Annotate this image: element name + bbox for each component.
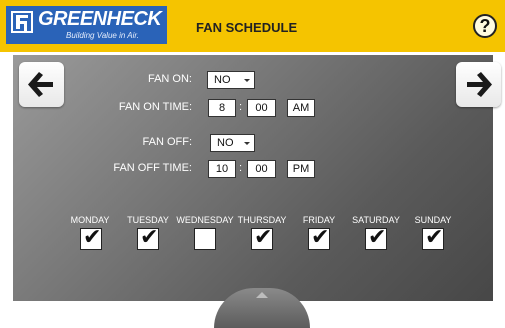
day-checkbox-sunday[interactable]: ✔ — [422, 225, 444, 250]
arrow-left-icon — [28, 72, 53, 97]
day-checkbox-tuesday[interactable]: ✔ — [137, 225, 159, 250]
fan-off-select[interactable]: NO — [210, 134, 255, 152]
time-separator: : — [239, 162, 243, 174]
day-label-monday: MONDAY — [70, 215, 110, 225]
checkmark-icon: ✔ — [254, 225, 273, 250]
fan-on-label: FAN ON: — [147, 73, 192, 85]
day-checkbox-thursday[interactable]: ✔ — [251, 225, 273, 250]
checkmark-icon: ✔ — [368, 225, 387, 250]
day-checkbox-monday[interactable]: ✔ — [80, 225, 102, 250]
fan-on-time-label: FAN ON TIME: — [118, 101, 192, 113]
schedule-panel — [13, 55, 493, 301]
fan-on-ampm-input[interactable]: AM — [287, 99, 315, 117]
checkmark-icon: ✔ — [140, 225, 159, 250]
checkmark-icon: ✔ — [425, 225, 444, 250]
header-bar: GREENHECK Building Value in Air. FAN SCH… — [0, 0, 505, 52]
day-checkbox-saturday[interactable]: ✔ — [365, 225, 387, 250]
day-checkbox-friday[interactable]: ✔ — [308, 225, 330, 250]
fan-on-hour-input[interactable]: 8 — [208, 99, 236, 117]
arrow-right-icon — [467, 72, 492, 97]
chevron-down-icon — [244, 79, 250, 82]
page-title: FAN SCHEDULE — [196, 20, 298, 35]
brand-name: GREENHECK — [38, 8, 162, 30]
help-button[interactable]: ? — [473, 14, 497, 38]
chevron-down-icon — [244, 142, 250, 145]
day-label-wednesday: WEDNESDAY — [176, 215, 234, 225]
checkmark-icon: ✔ — [311, 225, 330, 250]
fan-on-minute-input[interactable]: 00 — [247, 99, 276, 117]
fan-off-time-label: FAN OFF TIME: — [113, 162, 192, 174]
time-separator: : — [239, 101, 243, 113]
fan-on-select[interactable]: NO — [207, 71, 255, 89]
back-button[interactable] — [19, 62, 64, 107]
day-label-friday: FRIDAY — [302, 215, 336, 225]
day-label-saturday: SATURDAY — [352, 215, 400, 225]
fan-off-label: FAN OFF: — [142, 136, 193, 148]
day-checkbox-wednesday[interactable] — [194, 228, 216, 250]
day-label-tuesday: TUESDAY — [127, 215, 169, 225]
fan-off-minute-input[interactable]: 00 — [247, 160, 276, 178]
chevron-up-icon — [256, 292, 268, 298]
forward-button[interactable] — [456, 62, 501, 107]
checkmark-icon: ✔ — [83, 225, 102, 250]
day-label-thursday: THURSDAY — [237, 215, 287, 225]
fan-on-value: NO — [214, 74, 231, 86]
brand-logo: GREENHECK Building Value in Air. — [6, 6, 167, 44]
day-label-sunday: SUNDAY — [414, 215, 452, 225]
fan-off-hour-input[interactable]: 10 — [208, 160, 236, 178]
greenheck-logo-icon — [11, 11, 33, 33]
fan-off-ampm-input[interactable]: PM — [287, 160, 315, 178]
fan-off-value: NO — [217, 137, 234, 149]
brand-tagline: Building Value in Air. — [66, 31, 139, 40]
